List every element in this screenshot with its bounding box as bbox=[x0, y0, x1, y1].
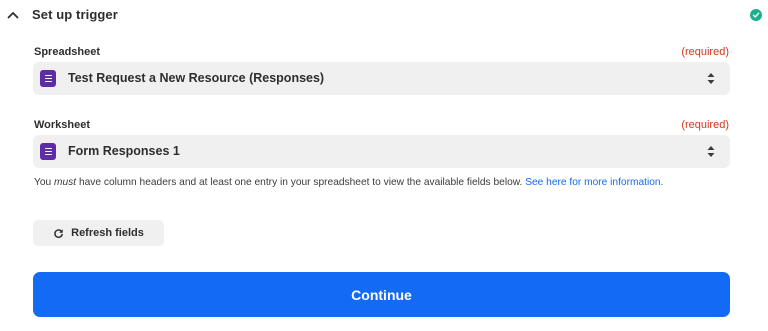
chevron-up-icon[interactable] bbox=[4, 6, 22, 24]
continue-label: Continue bbox=[351, 286, 412, 303]
spreadsheet-select-value: Test Request a New Resource (Responses) bbox=[68, 71, 325, 85]
worksheet-select[interactable]: Form Responses 1 bbox=[33, 135, 730, 168]
spreadsheet-hint: You must have column headers and at leas… bbox=[34, 177, 663, 188]
worksheet-label: Worksheet bbox=[34, 119, 91, 131]
sort-arrows-icon bbox=[706, 144, 716, 159]
google-sheets-icon bbox=[40, 70, 56, 87]
spreadsheet-select[interactable]: Test Request a New Resource (Responses) bbox=[33, 62, 730, 95]
refresh-fields-label: Refresh fields bbox=[71, 227, 144, 239]
google-sheets-icon bbox=[40, 143, 56, 160]
more-info-link[interactable]: See here for more information. bbox=[525, 177, 663, 188]
spreadsheet-required-tag: (required) bbox=[681, 46, 729, 58]
worksheet-required-tag: (required) bbox=[681, 119, 729, 131]
continue-button[interactable]: Continue bbox=[33, 272, 730, 317]
section-header[interactable]: Set up trigger bbox=[0, 0, 768, 30]
refresh-icon bbox=[53, 228, 64, 239]
hint-middle: have column headers and at least one ent… bbox=[76, 177, 526, 188]
worksheet-select-value: Form Responses 1 bbox=[68, 144, 180, 158]
check-circle-icon bbox=[750, 9, 762, 21]
trigger-setup-panel: Set up trigger Spreadsheet (required) Te… bbox=[0, 0, 768, 331]
section-title: Set up trigger bbox=[32, 7, 118, 22]
hint-prefix: You bbox=[34, 177, 55, 188]
refresh-fields-button[interactable]: Refresh fields bbox=[33, 220, 164, 246]
sort-arrows-icon bbox=[706, 71, 716, 86]
spreadsheet-label: Spreadsheet bbox=[34, 46, 101, 58]
hint-emphasis: must bbox=[54, 177, 77, 188]
